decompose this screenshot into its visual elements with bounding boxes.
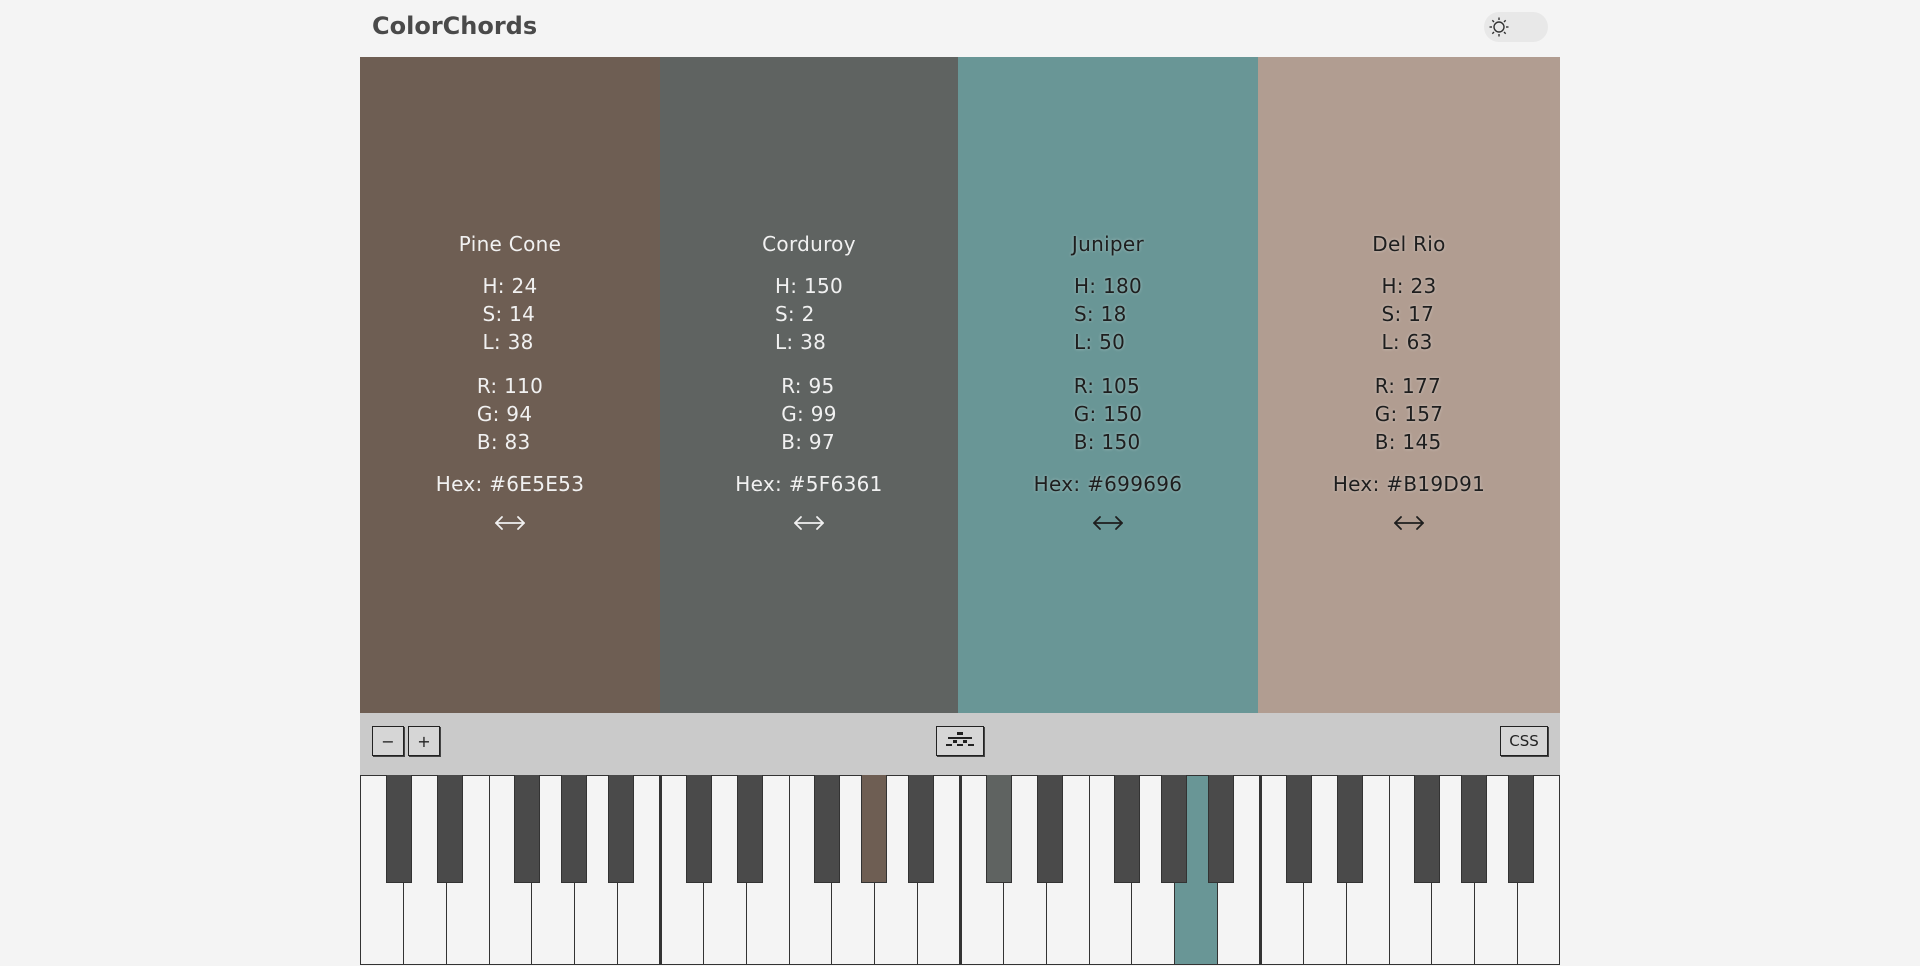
octave-separator	[1259, 775, 1262, 965]
color-name: Del Rio	[1372, 232, 1446, 256]
hsl-values: H: 23 S: 17 L: 63	[1381, 272, 1436, 356]
hue-value: H: 150	[774, 274, 844, 298]
piano-black-key[interactable]	[385, 775, 412, 883]
hex-value: Hex: #699696	[1033, 472, 1183, 496]
lightness-value: L: 63	[1381, 330, 1433, 354]
blue-value: B: 150	[1073, 430, 1141, 454]
saturation-value: S: 18	[1073, 302, 1127, 326]
hex-value: Hex: #B19D91	[1332, 472, 1486, 496]
green-value: G: 99	[781, 402, 837, 426]
rgb-values: R: 105 G: 150 B: 150	[1074, 372, 1143, 456]
piano-black-key[interactable]	[514, 775, 541, 883]
piano-black-key[interactable]	[685, 775, 712, 883]
hue-value: H: 180	[1073, 274, 1143, 298]
piano-keyboard	[360, 775, 1561, 966]
header: ColorChords	[360, 0, 1560, 57]
rgb-values: R: 177 G: 157 B: 145	[1375, 372, 1444, 456]
color-swatch[interactable]: Del Rio H: 23 S: 17 L: 63 R: 177 G: 157 …	[1258, 57, 1560, 713]
red-value: R: 110	[476, 374, 544, 398]
lightness-value: L: 50	[1073, 330, 1126, 354]
piano-black-key[interactable]	[561, 775, 588, 883]
piano-black-key[interactable]	[1285, 775, 1312, 883]
add-color-button[interactable]: +	[408, 726, 440, 756]
app-title: ColorChords	[372, 12, 538, 40]
lightness-value: L: 38	[482, 330, 534, 354]
color-name: Corduroy	[762, 232, 856, 256]
red-value: R: 177	[1374, 374, 1442, 398]
color-swatch[interactable]: Corduroy H: 150 S: 2 L: 38 R: 95 G: 99 B…	[660, 57, 959, 713]
piano-layout-button[interactable]	[936, 726, 984, 756]
hex-value: Hex: #5F6361	[735, 472, 883, 496]
piano-black-key[interactable]	[1036, 775, 1063, 883]
color-swatch[interactable]: Juniper H: 180 S: 18 L: 50 R: 105 G: 150…	[958, 57, 1259, 713]
piano-black-key[interactable]	[1161, 775, 1188, 883]
left-right-arrow-icon	[1091, 513, 1125, 537]
piano-black-key[interactable]	[1336, 775, 1363, 883]
sun-icon	[1487, 15, 1511, 39]
piano-black-key[interactable]	[1461, 775, 1488, 883]
rgb-values: R: 95 G: 99 B: 97	[781, 372, 837, 456]
resize-handle[interactable]	[490, 512, 530, 538]
piano-black-key[interactable]	[985, 775, 1012, 883]
resize-handle[interactable]	[789, 512, 829, 538]
left-right-arrow-icon	[792, 513, 826, 537]
green-value: G: 94	[476, 402, 533, 426]
hue-value: H: 24	[482, 274, 538, 298]
theme-toggle[interactable]	[1484, 12, 1548, 42]
green-value: G: 150	[1073, 402, 1143, 426]
left-right-arrow-icon	[1392, 513, 1426, 537]
piano-black-key[interactable]	[1114, 775, 1141, 883]
piano-black-key[interactable]	[861, 775, 888, 883]
app: ColorChords Pine Cone H: 24 S: 14 L: 38 …	[360, 0, 1561, 966]
red-value: R: 95	[781, 374, 835, 398]
color-swatch[interactable]: Pine Cone H: 24 S: 14 L: 38 R: 110 G: 94…	[360, 57, 661, 713]
resize-handle[interactable]	[1088, 512, 1128, 538]
hsl-values: H: 150 S: 2 L: 38	[775, 272, 843, 356]
blue-value: B: 145	[1374, 430, 1442, 454]
resize-handle[interactable]	[1389, 512, 1429, 538]
saturation-value: S: 14	[482, 302, 536, 326]
rgb-values: R: 110 G: 94 B: 83	[477, 372, 543, 456]
lightness-value: L: 38	[774, 330, 827, 354]
hsl-values: H: 24 S: 14 L: 38	[482, 272, 537, 356]
toolbar: − + CSS	[360, 713, 1560, 775]
hex-value: Hex: #6E5E53	[435, 472, 585, 496]
octave-separator	[659, 775, 662, 965]
piano-black-key[interactable]	[1508, 775, 1535, 883]
color-palette: Pine Cone H: 24 S: 14 L: 38 R: 110 G: 94…	[360, 57, 1560, 713]
color-name: Juniper	[1071, 232, 1145, 256]
piano-black-key[interactable]	[814, 775, 841, 883]
piano-black-key[interactable]	[1414, 775, 1441, 883]
color-name: Pine Cone	[458, 232, 562, 256]
piano-black-key[interactable]	[1208, 775, 1235, 883]
piano-black-key[interactable]	[908, 775, 935, 883]
piano-black-key[interactable]	[736, 775, 763, 883]
piano-black-key[interactable]	[608, 775, 635, 883]
octave-separator	[959, 775, 962, 965]
piano-layout-icon	[945, 731, 975, 751]
hue-value: H: 23	[1381, 274, 1437, 298]
hsl-values: H: 180 S: 18 L: 50	[1074, 272, 1142, 356]
saturation-value: S: 2	[774, 302, 815, 326]
css-export-button[interactable]: CSS	[1500, 726, 1548, 756]
blue-value: B: 97	[781, 430, 835, 454]
red-value: R: 105	[1073, 374, 1141, 398]
piano-black-key[interactable]	[436, 775, 463, 883]
blue-value: B: 83	[476, 430, 531, 454]
remove-color-button[interactable]: −	[372, 726, 404, 756]
saturation-value: S: 17	[1381, 302, 1435, 326]
left-right-arrow-icon	[493, 513, 527, 537]
green-value: G: 157	[1374, 402, 1444, 426]
